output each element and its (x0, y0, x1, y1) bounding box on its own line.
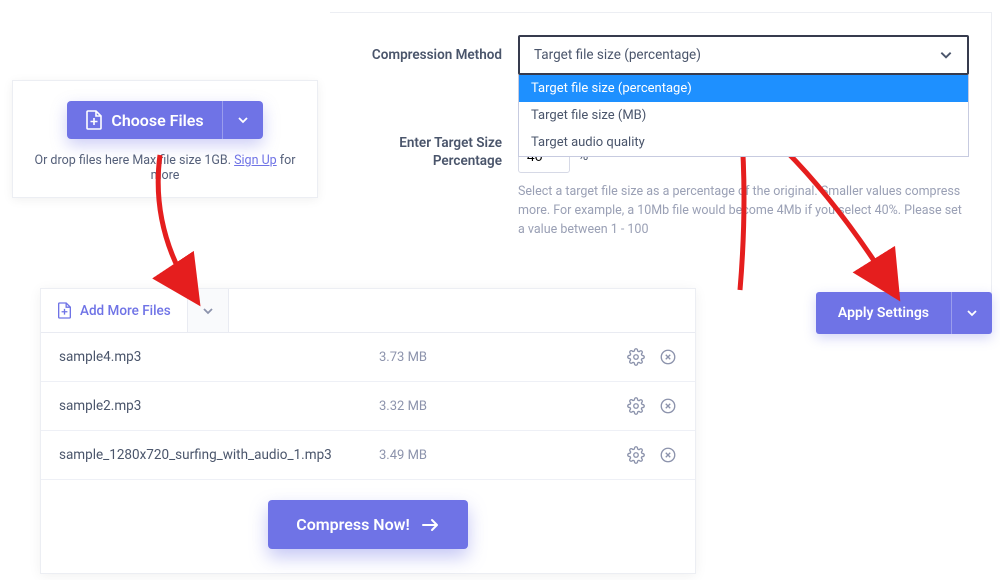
drop-hint-pre: Or drop files here Max file size 1GB. (34, 153, 234, 168)
apply-settings-dropdown[interactable] (951, 292, 992, 334)
compression-settings-panel: Compression Method Target file size (per… (330, 12, 992, 332)
files-panel-footer: Compress Now! (41, 480, 695, 573)
add-more-files-dropdown[interactable] (187, 289, 229, 332)
file-size: 3.49 MB (379, 448, 627, 463)
file-settings-button[interactable] (627, 446, 645, 464)
gear-icon (627, 397, 645, 415)
file-row: sample4.mp33.73 MB (41, 333, 695, 382)
compression-method-options: Target file size (percentage) Target fil… (518, 75, 969, 157)
files-panel: Add More Files sample4.mp33.73 MBsample2… (40, 288, 696, 574)
compression-method-selected-text: Target file size (percentage) (534, 47, 701, 63)
gear-icon (627, 446, 645, 464)
file-remove-button[interactable] (659, 397, 677, 415)
choose-files-label: Choose Files (111, 111, 203, 130)
upload-card: Choose Files Or drop files here Max file… (12, 80, 318, 198)
gear-icon (627, 348, 645, 366)
sign-up-link[interactable]: Sign Up (234, 153, 277, 168)
close-circle-icon (659, 446, 677, 464)
chevron-down-icon (202, 305, 214, 317)
target-size-help-text: Select a target file size as a percentag… (518, 183, 969, 239)
target-size-label: Enter Target Size Percentage (352, 123, 502, 170)
apply-settings-button[interactable]: Apply Settings (816, 292, 992, 334)
add-more-files-label: Add More Files (80, 303, 171, 319)
close-circle-icon (659, 397, 677, 415)
file-add-icon (57, 302, 72, 319)
option-audio-quality[interactable]: Target audio quality (519, 129, 968, 156)
file-settings-button[interactable] (627, 348, 645, 366)
add-more-files-button[interactable]: Add More Files (41, 289, 187, 332)
compress-now-button[interactable]: Compress Now! (268, 500, 468, 549)
file-row: sample2.mp33.32 MB (41, 382, 695, 431)
file-size: 3.73 MB (379, 350, 627, 365)
choose-files-dropdown[interactable] (222, 101, 263, 139)
drop-hint-text: Or drop files here Max file size 1GB. Si… (31, 153, 299, 183)
chevron-down-icon (939, 48, 953, 62)
target-size-label-line1: Enter Target Size (352, 135, 502, 153)
file-remove-button[interactable] (659, 446, 677, 464)
file-remove-button[interactable] (659, 348, 677, 366)
choose-files-button[interactable]: Choose Files (67, 101, 262, 139)
close-circle-icon (659, 348, 677, 366)
chevron-down-icon (237, 114, 249, 126)
file-size: 3.32 MB (379, 399, 627, 414)
compression-method-label: Compression Method (352, 35, 502, 75)
target-size-label-line2: Percentage (352, 153, 502, 171)
arrow-right-icon (422, 518, 440, 532)
file-add-icon (85, 110, 103, 130)
chevron-down-icon (966, 307, 978, 319)
file-name: sample2.mp3 (59, 398, 379, 414)
file-name: sample_1280x720_surfing_with_audio_1.mp3 (59, 447, 379, 463)
compress-now-label: Compress Now! (296, 515, 410, 534)
option-percentage[interactable]: Target file size (percentage) (519, 75, 968, 102)
apply-settings-label: Apply Settings (816, 292, 951, 334)
compression-method-select[interactable]: Target file size (percentage) (518, 35, 969, 75)
file-name: sample4.mp3 (59, 349, 379, 365)
files-panel-header: Add More Files (41, 289, 695, 333)
file-row: sample_1280x720_surfing_with_audio_1.mp3… (41, 431, 695, 480)
option-mb[interactable]: Target file size (MB) (519, 102, 968, 129)
choose-files-button-main[interactable]: Choose Files (67, 101, 221, 139)
file-settings-button[interactable] (627, 397, 645, 415)
